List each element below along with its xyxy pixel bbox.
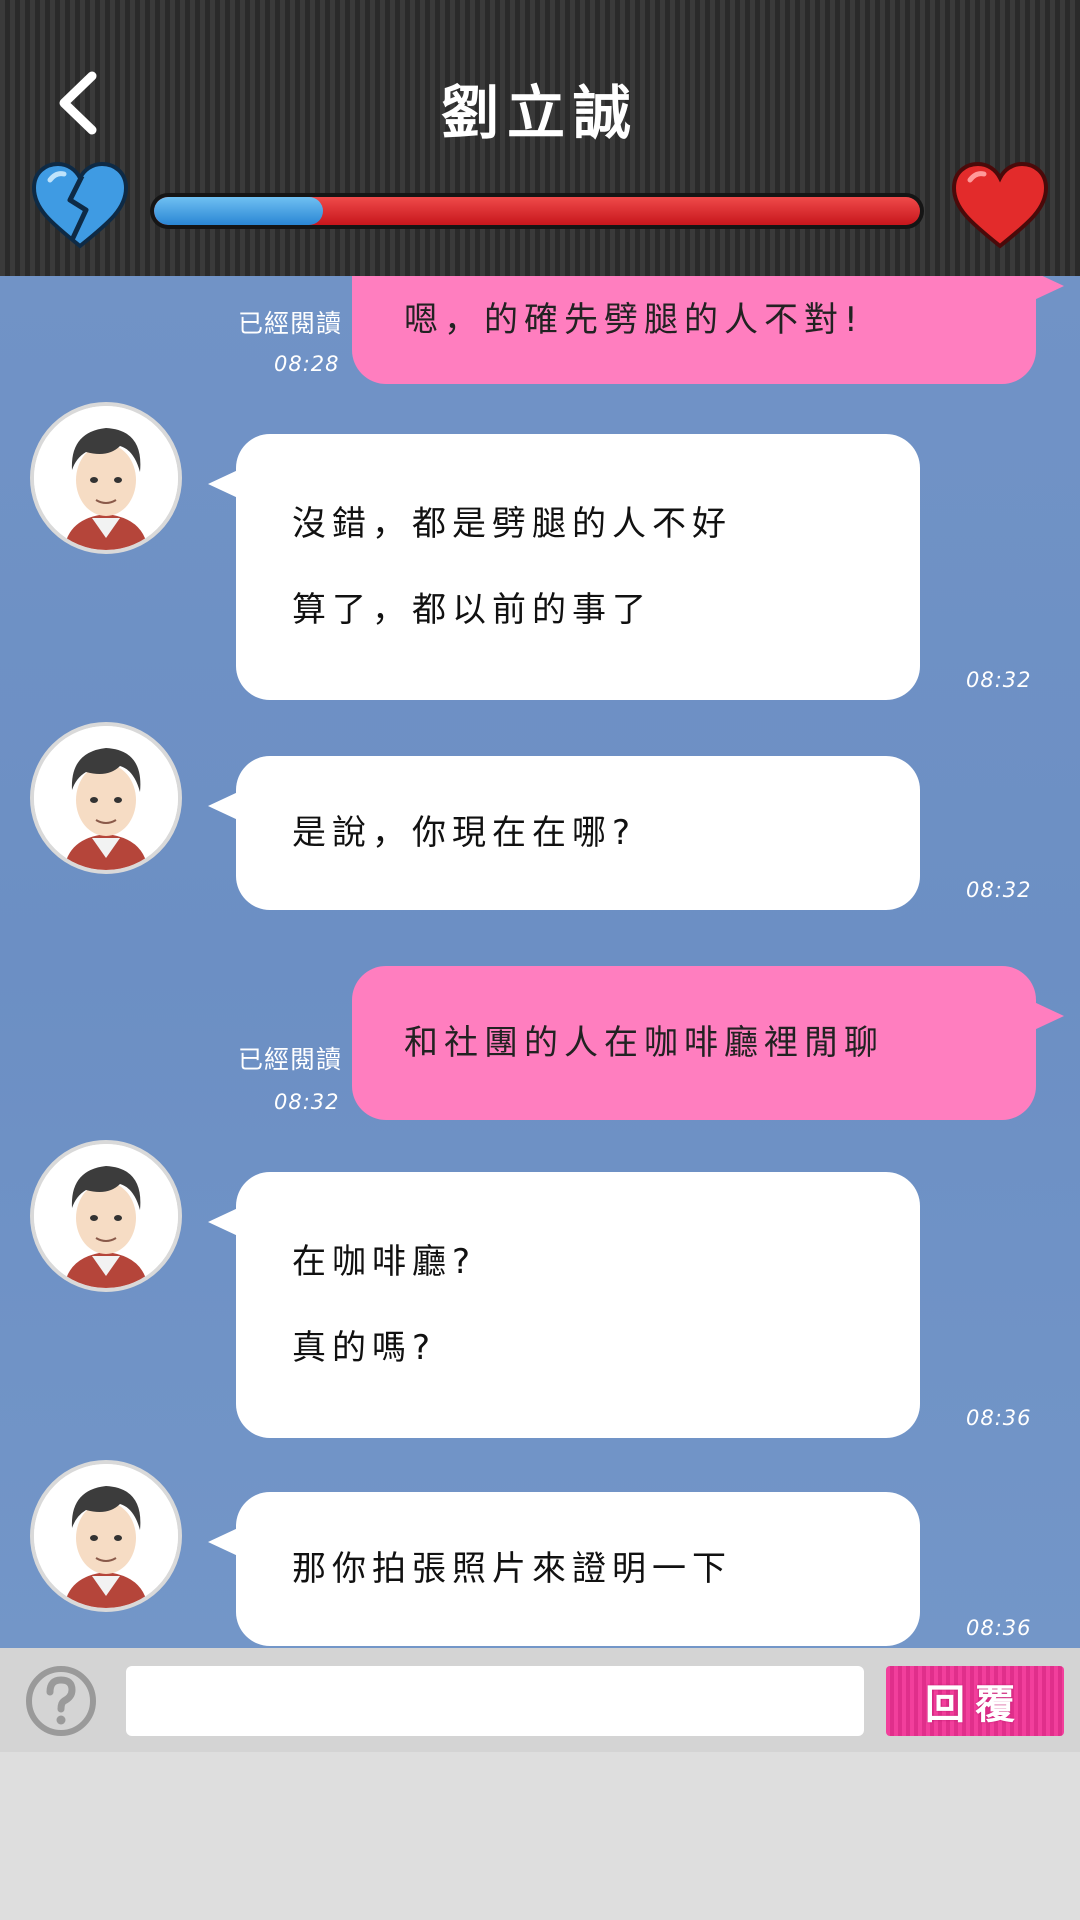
question-mark-icon bbox=[26, 1666, 96, 1736]
affection-meter-fill bbox=[154, 197, 323, 225]
contact-avatar[interactable] bbox=[30, 1460, 182, 1612]
message-text: 是說，你現在在哪? bbox=[292, 813, 637, 853]
message-time: 08:36 bbox=[966, 1616, 1032, 1640]
contact-avatar-image bbox=[34, 406, 178, 550]
chat-messages[interactable]: 已經閱讀 08:28 嗯，的確先劈腿的人不對! 沒錯，都是劈腿的人不好 算了，都… bbox=[0, 276, 1080, 1648]
incoming-message-bubble: 那你拍張照片來證明一下 bbox=[208, 1492, 920, 1646]
affection-meter bbox=[150, 193, 924, 229]
message-text: 算了，都以前的事了 bbox=[292, 590, 652, 630]
heart-icon bbox=[951, 161, 1049, 249]
contact-avatar[interactable] bbox=[30, 1140, 182, 1292]
read-receipt: 已經閱讀 bbox=[238, 309, 343, 338]
message-text: 和社團的人在咖啡廳裡閒聊 bbox=[404, 1023, 884, 1063]
outgoing-message-bubble: 和社團的人在咖啡廳裡閒聊 bbox=[352, 966, 1064, 1120]
incoming-message-bubble: 沒錯，都是劈腿的人不好 算了，都以前的事了 bbox=[208, 434, 920, 700]
incoming-message-bubble: 是說，你現在在哪? bbox=[208, 756, 920, 910]
incoming-message-bubble: 在咖啡廳? 真的嗎? bbox=[208, 1172, 920, 1438]
message-time: 08:32 bbox=[966, 878, 1032, 902]
chat-header: 劉立誠 bbox=[0, 0, 1080, 276]
affection-meter-track bbox=[154, 197, 920, 225]
message-time: 08:32 bbox=[966, 668, 1032, 692]
reply-bar: 回覆 bbox=[0, 1648, 1080, 1752]
outgoing-message-bubble: 嗯，的確先劈腿的人不對! bbox=[352, 276, 1064, 384]
message-text: 那你拍張照片來證明一下 bbox=[292, 1549, 732, 1589]
message-time: 08:28 bbox=[274, 352, 340, 376]
message-text: 在咖啡廳? bbox=[292, 1242, 477, 1282]
message-time: 08:32 bbox=[274, 1090, 340, 1114]
message-text: 沒錯，都是劈腿的人不好 bbox=[292, 504, 732, 544]
reply-input[interactable] bbox=[126, 1666, 864, 1736]
keyboard-area bbox=[0, 1752, 1080, 1920]
contact-avatar-image bbox=[34, 1464, 178, 1608]
page-title: 劉立誠 bbox=[440, 79, 639, 147]
contact-avatar-image bbox=[34, 1144, 178, 1288]
message-text: 真的嗎? bbox=[292, 1328, 437, 1368]
contact-avatar-image bbox=[34, 726, 178, 870]
contact-avatar[interactable] bbox=[30, 722, 182, 874]
message-time: 08:36 bbox=[966, 1406, 1032, 1430]
help-button[interactable] bbox=[24, 1664, 98, 1738]
contact-avatar[interactable] bbox=[30, 402, 182, 554]
read-receipt: 已經閱讀 bbox=[238, 1045, 343, 1074]
message-text: 嗯，的確先劈腿的人不對! bbox=[404, 300, 864, 340]
broken-heart-icon bbox=[31, 161, 129, 249]
reply-button[interactable]: 回覆 bbox=[886, 1666, 1064, 1736]
